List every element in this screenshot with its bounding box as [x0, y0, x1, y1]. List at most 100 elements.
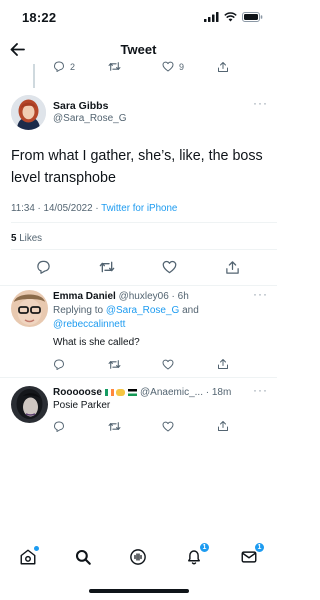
replying-to-and: and: [182, 305, 199, 316]
tab-search[interactable]: [72, 546, 94, 568]
search-icon: [75, 549, 91, 565]
share-button[interactable]: [225, 260, 240, 280]
status-icons: [204, 11, 263, 23]
reply-icon: [37, 260, 50, 274]
reply-icon: [54, 359, 64, 370]
parent-share-button[interactable]: [217, 61, 229, 73]
reply-avatar[interactable]: [11, 290, 48, 327]
messages-badge: 1: [254, 542, 265, 553]
reply-more-button[interactable]: ···: [253, 383, 268, 397]
home-new-dot: [34, 546, 39, 551]
reply-separator: ·: [168, 291, 178, 302]
handshake-icon: [116, 389, 126, 396]
reply-retweet-button[interactable]: [108, 419, 121, 437]
tweet-date: 14/05/2022: [43, 203, 93, 214]
avatar-image: [11, 386, 48, 423]
nav-bar: Tweet: [0, 34, 277, 64]
wifi-icon: [224, 12, 237, 22]
status-time: 18:22: [22, 10, 57, 25]
share-icon: [218, 359, 228, 369]
replying-to: Replying to @Sara_Rose_G and @rebeccalin…: [53, 304, 253, 332]
replying-to-label: Replying to: [53, 305, 104, 316]
tweet-text: From what I gather, she’s, like, the bos…: [11, 148, 263, 186]
divider: [11, 249, 277, 250]
reply-more-button[interactable]: ···: [253, 287, 268, 301]
divider: [0, 377, 277, 378]
tweet-time: 11:34: [11, 203, 35, 214]
author-handle[interactable]: @Sara_Rose_G: [53, 113, 127, 124]
avatar-image: [11, 95, 46, 130]
battery-icon: [242, 12, 263, 22]
reply-like-button[interactable]: [162, 357, 174, 375]
parent-like-count: 9: [179, 61, 185, 72]
reply-text: What is she called?: [53, 337, 140, 348]
bottom-tab-bar: 1 1: [0, 538, 277, 578]
more-options-button[interactable]: ···: [253, 96, 268, 110]
parent-like-button[interactable]: 9: [162, 61, 184, 72]
tab-notifications[interactable]: 1: [183, 542, 210, 568]
author-name[interactable]: Sara Gibbs: [53, 100, 108, 112]
tab-home[interactable]: [17, 546, 39, 568]
reply-share-button[interactable]: [217, 419, 229, 437]
divider: [0, 285, 277, 286]
reply-like-button[interactable]: [162, 419, 174, 437]
retweet-button[interactable]: [99, 260, 115, 279]
reply-icon: [54, 421, 64, 432]
heart-icon: [162, 421, 174, 432]
reply-reply-button[interactable]: [53, 357, 65, 375]
reply-avatar[interactable]: [11, 386, 48, 423]
retweet-icon: [108, 360, 121, 369]
main-tweet-actions: [0, 260, 277, 278]
reply-author-name[interactable]: Emma Daniel: [53, 291, 116, 302]
heart-icon: [162, 61, 174, 72]
tweet-meta: 11:34 · 14/05/2022 · Twitter for iPhone: [11, 203, 177, 214]
heart-icon: [162, 260, 177, 274]
author-avatar[interactable]: [11, 95, 46, 130]
reply-author-handle[interactable]: @huxley06: [119, 291, 169, 302]
reply-header: Rooooose @Anaemic_... · 18m: [53, 387, 231, 398]
retweet-icon: [108, 422, 121, 431]
tab-spaces[interactable]: [127, 546, 149, 568]
parent-reply-button[interactable]: 2: [53, 61, 75, 72]
status-bar: 18:22: [0, 0, 277, 34]
meta-separator: ·: [37, 203, 41, 214]
reply-time: 6h: [177, 291, 189, 302]
parent-reply-count: 2: [70, 61, 76, 72]
reply-button[interactable]: [36, 260, 51, 279]
share-icon: [218, 62, 228, 72]
reply-header: Emma Daniel @huxley06 · 6h: [53, 291, 189, 302]
likes-count: 5: [11, 233, 17, 244]
heart-icon: [162, 359, 174, 370]
flag-palestine-icon: [128, 389, 138, 396]
reply-time: 18m: [211, 387, 232, 398]
signal-icon: [204, 12, 219, 22]
like-button[interactable]: [162, 260, 177, 279]
flag-ireland-icon: [104, 389, 114, 396]
mention-link[interactable]: @Sara_Rose_G: [106, 305, 180, 316]
reply-text: Posie Parker: [53, 400, 111, 411]
spaces-icon: [130, 549, 146, 565]
share-icon: [226, 261, 239, 274]
reply-separator: ·: [202, 387, 212, 398]
parent-retweet-button[interactable]: [108, 61, 121, 72]
meta-separator: ·: [95, 203, 99, 214]
retweet-icon: [108, 62, 121, 71]
page-title: Tweet: [120, 42, 157, 57]
reply-author-name[interactable]: Rooooose: [53, 387, 102, 398]
tab-messages[interactable]: 1: [238, 542, 265, 568]
likes-label: Likes: [19, 233, 43, 244]
reply-retweet-button[interactable]: [108, 357, 121, 375]
avatar-image: [11, 290, 48, 327]
notifications-badge: 1: [199, 542, 210, 553]
reply-author-handle[interactable]: @Anaemic_...: [140, 387, 203, 398]
reply-share-button[interactable]: [217, 357, 229, 375]
reply-reply-button[interactable]: [53, 419, 65, 437]
share-icon: [218, 421, 228, 431]
tweet-source-link[interactable]: Twitter for iPhone: [101, 203, 177, 214]
reply-icon: [54, 61, 64, 72]
likes-summary[interactable]: 5 Likes: [11, 233, 42, 244]
home-indicator: [89, 589, 189, 593]
divider: [11, 222, 277, 223]
retweet-icon: [99, 261, 115, 273]
mention-link[interactable]: @rebeccalinnett: [53, 319, 125, 330]
